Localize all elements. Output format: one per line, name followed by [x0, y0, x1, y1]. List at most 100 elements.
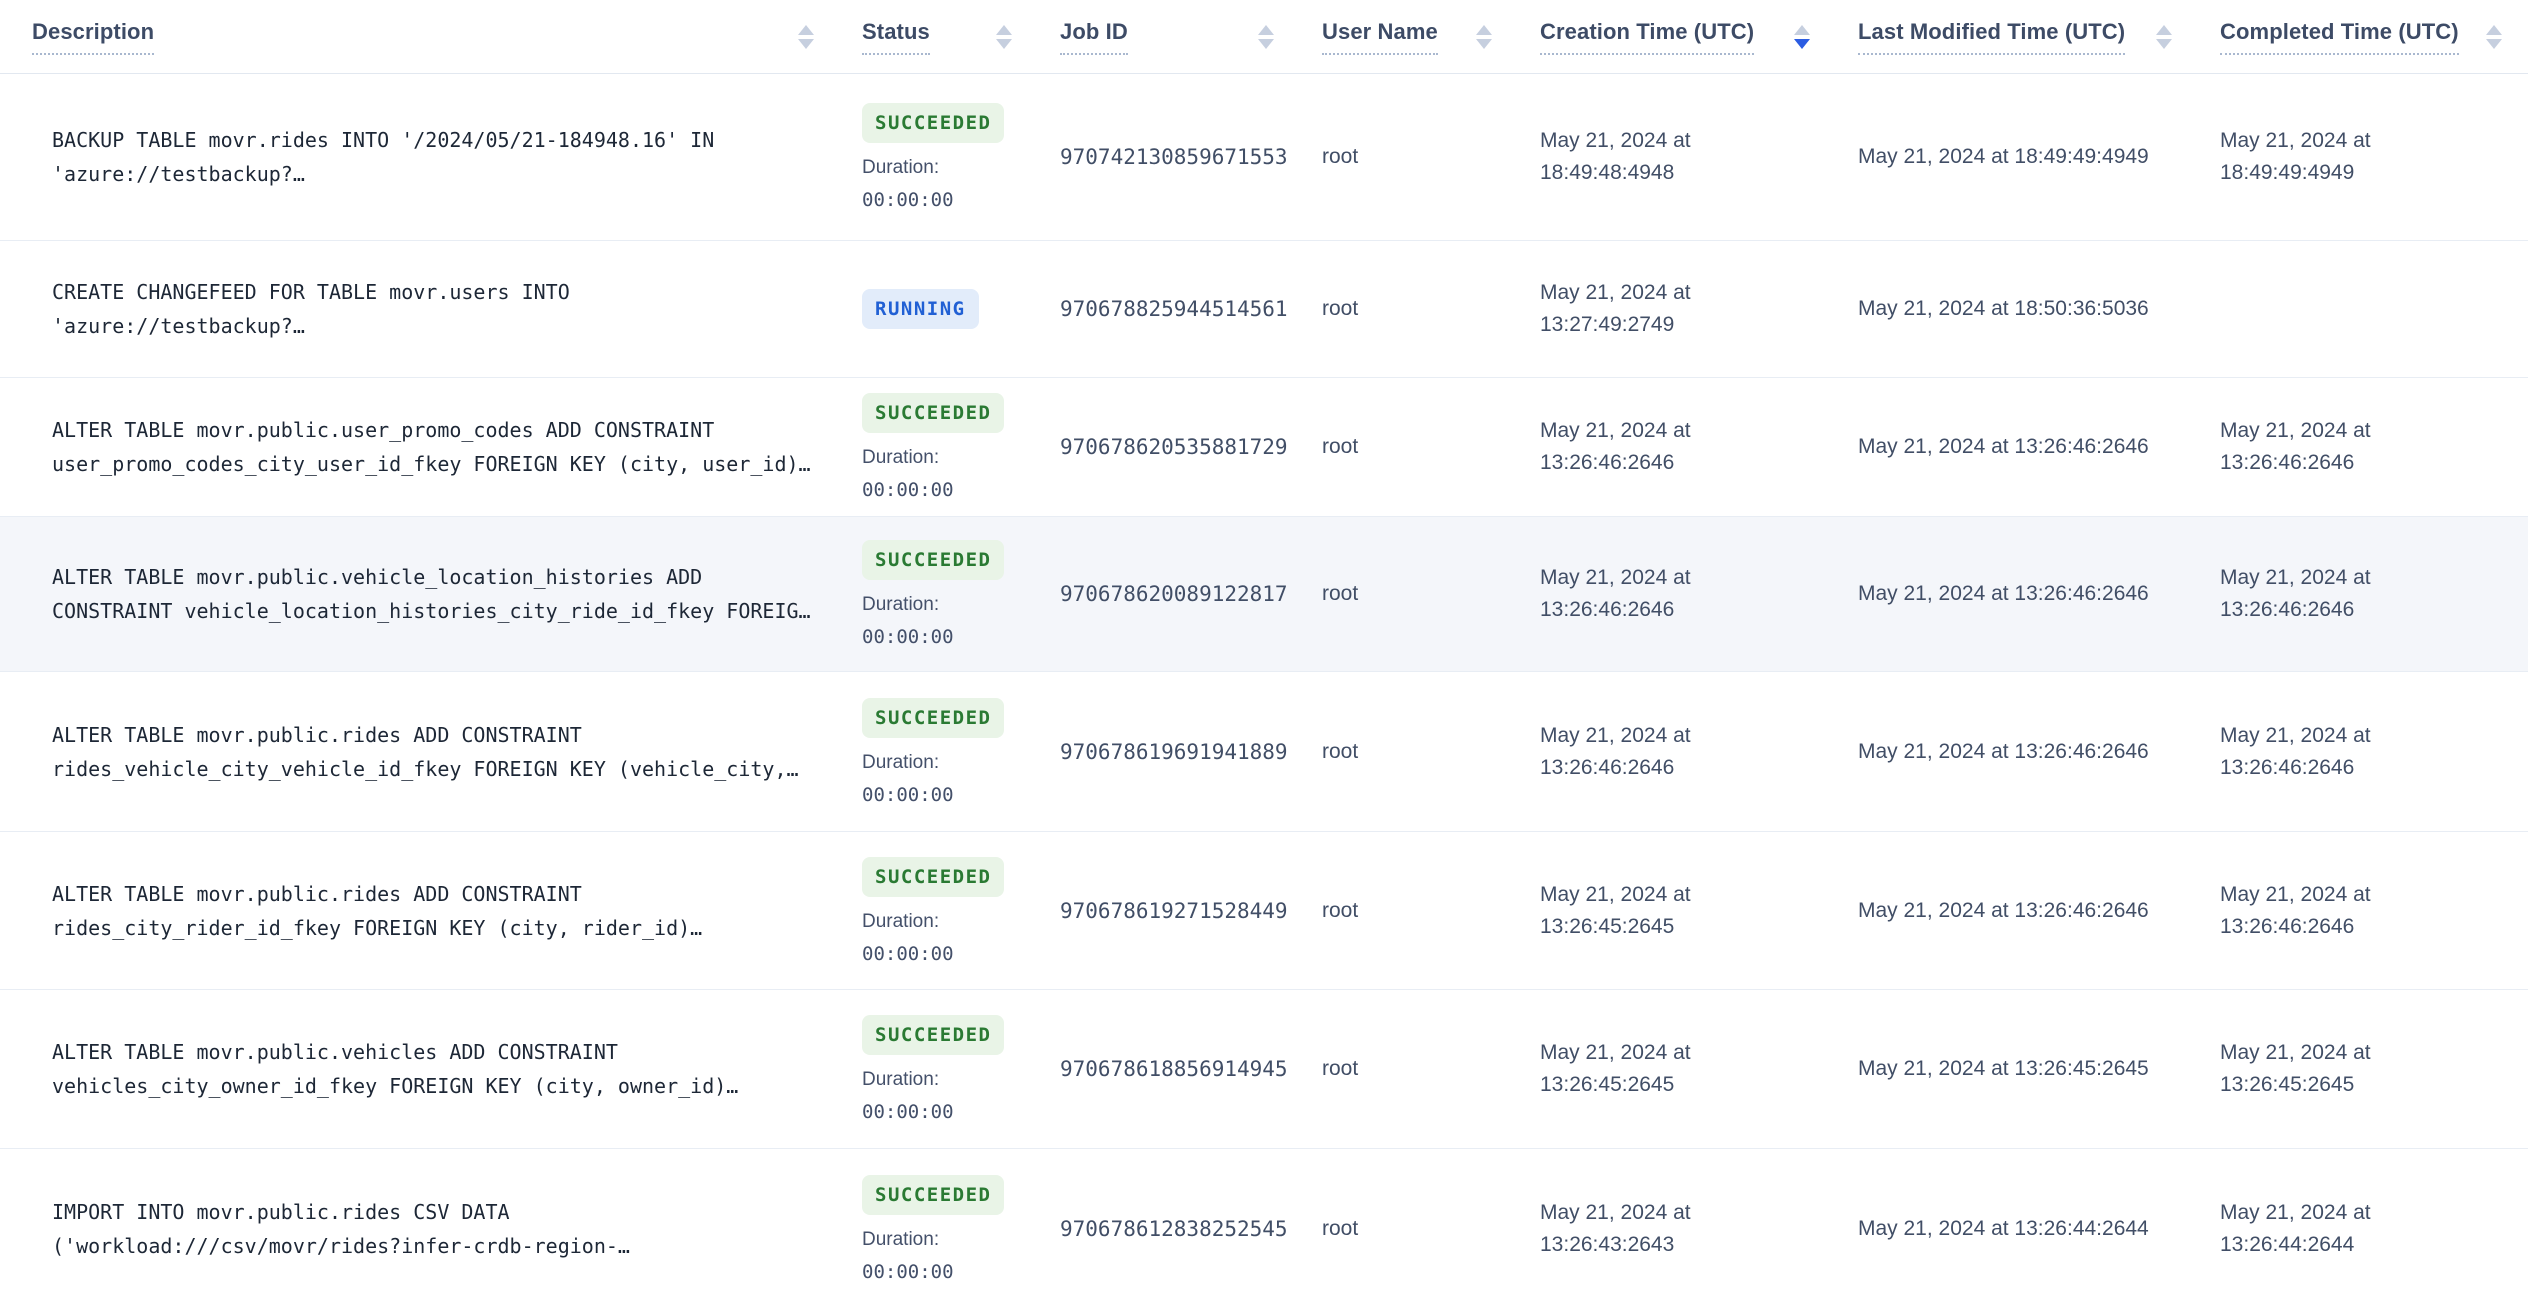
- completed-time-line1: May 21, 2024 at: [2220, 129, 2371, 152]
- table-row[interactable]: ALTER TABLE movr.public.rides ADD CONSTR…: [0, 672, 2528, 832]
- completed-time-cell: May 21, 2024 at 18:49:49:4949: [2220, 125, 2528, 189]
- duration-value: 00:00:00: [862, 783, 954, 806]
- column-header-description[interactable]: Description: [32, 0, 862, 73]
- user-name-cell: root: [1322, 1057, 1359, 1080]
- column-header-last-modified-time-utc[interactable]: Last Modified Time (UTC): [1858, 0, 2220, 73]
- duration-value: 00:00:00: [862, 626, 954, 648]
- column-header-label: Completed Time (UTC): [2220, 19, 2459, 55]
- sort-up-arrow-icon: [1258, 24, 1274, 35]
- job-description-line2: ('workload:///csv/movr/rides?infer-crdb-…: [52, 1233, 630, 1258]
- status-cell: SUCCEEDED Duration: 00:00:00: [862, 1015, 1060, 1123]
- table-row[interactable]: ALTER TABLE movr.public.user_promo_codes…: [0, 378, 2528, 517]
- job-description-cell[interactable]: IMPORT INTO movr.public.rides CSV DATA (…: [32, 1195, 862, 1263]
- job-id-cell: 970678825944514561: [1060, 297, 1288, 321]
- user-name-cell: root: [1322, 1216, 1359, 1240]
- last-modified-time-cell: May 21, 2024 at 18:49:49:4949: [1858, 141, 2220, 173]
- sort-arrows-icon: [996, 24, 1012, 49]
- job-description-cell[interactable]: CREATE CHANGEFEED FOR TABLE movr.users I…: [32, 275, 862, 343]
- job-description-line2: user_promo_codes_city_user_id_fkey FOREI…: [52, 452, 811, 476]
- sort-up-arrow-icon: [2486, 24, 2502, 35]
- completed-time-cell: May 21, 2024 at 13:26:46:2646: [2220, 879, 2528, 943]
- job-description-cell[interactable]: ALTER TABLE movr.public.vehicle_location…: [32, 560, 862, 628]
- creation-time-line1: May 21, 2024 at: [1540, 129, 1691, 152]
- table-row[interactable]: CREATE CHANGEFEED FOR TABLE movr.users I…: [0, 241, 2528, 378]
- completed-time-line2: 13:26:46:2646: [2220, 755, 2355, 779]
- table-row[interactable]: ALTER TABLE movr.public.vehicle_location…: [0, 517, 2528, 672]
- status-cell: SUCCEEDED Duration: 00:00:00: [862, 103, 1060, 211]
- last-modified-time-cell: May 21, 2024 at 13:26:46:2646: [1858, 431, 2220, 463]
- table-row[interactable]: ALTER TABLE movr.public.rides ADD CONSTR…: [0, 832, 2528, 990]
- creation-time-cell: May 21, 2024 at 13:26:46:2646: [1540, 415, 1858, 479]
- status-cell: SUCCEEDED Duration: 00:00:00: [862, 856, 1060, 965]
- table-body: BACKUP TABLE movr.rides INTO '/2024/05/2…: [0, 74, 2528, 1292]
- column-header-completed-time-utc[interactable]: Completed Time (UTC): [2220, 0, 2528, 73]
- job-description-line1: ALTER TABLE movr.public.vehicle_location…: [52, 565, 703, 589]
- job-description-cell[interactable]: BACKUP TABLE movr.rides INTO '/2024/05/2…: [32, 123, 862, 191]
- job-id-cell: 970678620089122817: [1060, 582, 1288, 606]
- creation-time-line1: May 21, 2024 at: [1540, 1200, 1691, 1224]
- creation-time-line1: May 21, 2024 at: [1540, 566, 1691, 589]
- job-description-cell[interactable]: ALTER TABLE movr.public.user_promo_codes…: [32, 413, 862, 481]
- sort-down-arrow-icon: [2486, 38, 2502, 49]
- duration-value: 00:00:00: [862, 1260, 954, 1283]
- job-description-cell[interactable]: ALTER TABLE movr.public.vehicles ADD CON…: [32, 1035, 862, 1103]
- completed-time-line2: 13:26:46:2646: [2220, 598, 2355, 621]
- completed-time-line2: 13:26:44:2644: [2220, 1232, 2355, 1256]
- creation-time-line2: 18:49:48:4948: [1540, 161, 1675, 184]
- sort-down-arrow-icon: [996, 38, 1012, 49]
- creation-time-cell: May 21, 2024 at 13:26:45:2645: [1540, 879, 1858, 943]
- status-cell: RUNNING: [862, 289, 1060, 329]
- creation-time-line1: May 21, 2024 at: [1540, 281, 1691, 304]
- sort-up-arrow-icon: [1476, 24, 1492, 35]
- creation-time-line1: May 21, 2024 at: [1540, 882, 1691, 906]
- column-header-job-id[interactable]: Job ID: [1060, 0, 1322, 73]
- last-modified-time-cell: May 21, 2024 at 13:26:45:2645: [1858, 1053, 2220, 1085]
- sort-arrows-icon: [2486, 24, 2502, 49]
- status-badge: RUNNING: [862, 289, 979, 329]
- duration-value: 00:00:00: [862, 189, 954, 211]
- completed-time-line1: May 21, 2024 at: [2220, 566, 2371, 589]
- sort-down-arrow-icon: [798, 38, 814, 49]
- user-name-cell: root: [1322, 739, 1359, 763]
- job-id-cell: 970678620535881729: [1060, 435, 1288, 459]
- table-row[interactable]: BACKUP TABLE movr.rides INTO '/2024/05/2…: [0, 74, 2528, 241]
- creation-time-cell: May 21, 2024 at 13:27:49:2749: [1540, 277, 1858, 341]
- status-badge: SUCCEEDED: [862, 1015, 1005, 1055]
- column-header-label: Status: [862, 19, 930, 55]
- status-badge: SUCCEEDED: [862, 1174, 1005, 1215]
- status-badge: SUCCEEDED: [862, 393, 1005, 433]
- creation-time-line2: 13:26:46:2646: [1540, 755, 1675, 779]
- sort-arrows-icon: [798, 24, 814, 49]
- status-cell: SUCCEEDED Duration: 00:00:00: [862, 697, 1060, 806]
- column-header-creation-time-utc[interactable]: Creation Time (UTC): [1540, 0, 1858, 73]
- sort-arrows-icon: [1794, 24, 1810, 49]
- job-description-line1: BACKUP TABLE movr.rides INTO '/2024/05/2…: [52, 128, 715, 152]
- jobs-table: Description Status Job ID User Name Crea…: [0, 0, 2528, 1292]
- sort-down-arrow-icon: [1476, 38, 1492, 49]
- creation-time-line2: 13:26:45:2645: [1540, 1073, 1675, 1096]
- job-description-line1: ALTER TABLE movr.public.rides ADD CONSTR…: [52, 722, 582, 747]
- completed-time-cell: May 21, 2024 at 13:26:46:2646: [2220, 562, 2528, 626]
- completed-time-line1: May 21, 2024 at: [2220, 723, 2371, 747]
- last-modified-time: May 21, 2024 at 18:50:36:5036: [1858, 297, 2149, 320]
- sort-up-arrow-icon: [798, 24, 814, 35]
- sort-up-arrow-icon: [996, 24, 1012, 35]
- column-header-label: Description: [32, 19, 155, 55]
- column-header-user-name[interactable]: User Name: [1322, 0, 1540, 73]
- table-row[interactable]: IMPORT INTO movr.public.rides CSV DATA (…: [0, 1149, 2528, 1292]
- completed-time-cell: May 21, 2024 at 13:26:46:2646: [2220, 415, 2528, 479]
- duration-label: Duration:: [862, 157, 940, 178]
- job-description-line1: ALTER TABLE movr.public.vehicles ADD CON…: [52, 1040, 618, 1064]
- status-cell: SUCCEEDED Duration: 00:00:00: [862, 1174, 1060, 1283]
- column-header-status[interactable]: Status: [862, 0, 1060, 73]
- job-description-cell[interactable]: ALTER TABLE movr.public.rides ADD CONSTR…: [32, 877, 862, 945]
- status-cell: SUCCEEDED Duration: 00:00:00: [862, 540, 1060, 648]
- job-description-line2: rides_city_rider_id_fkey FOREIGN KEY (ci…: [52, 915, 703, 940]
- sort-arrows-icon: [2156, 24, 2172, 49]
- table-row[interactable]: ALTER TABLE movr.public.vehicles ADD CON…: [0, 990, 2528, 1149]
- status-cell: SUCCEEDED Duration: 00:00:00: [862, 393, 1060, 501]
- job-id-cell: 970742130859671553: [1060, 145, 1288, 169]
- completed-time-line2: 13:26:46:2646: [2220, 451, 2355, 474]
- last-modified-time-cell: May 21, 2024 at 13:26:46:2646: [1858, 736, 2220, 768]
- job-description-cell[interactable]: ALTER TABLE movr.public.rides ADD CONSTR…: [32, 718, 862, 786]
